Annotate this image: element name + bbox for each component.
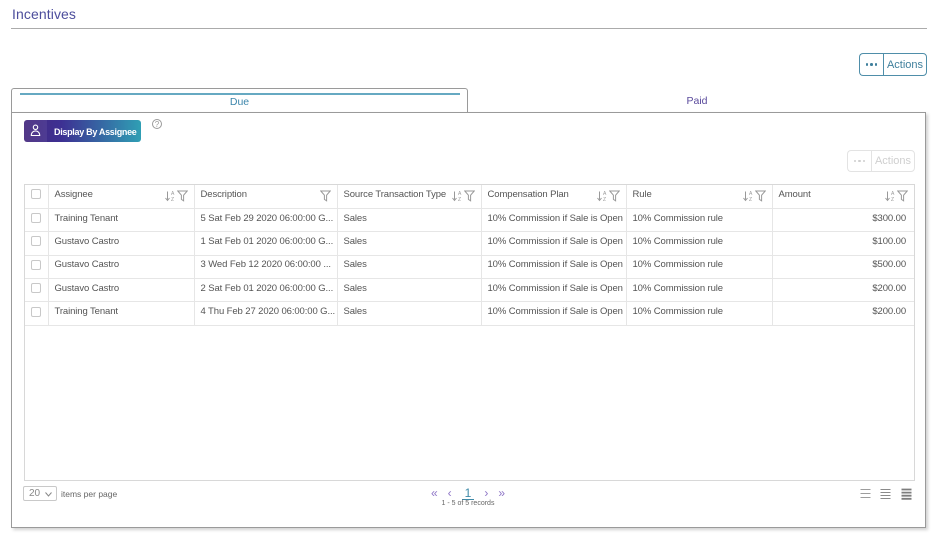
svg-text:Z: Z xyxy=(749,197,752,203)
svg-text:Z: Z xyxy=(458,197,461,203)
svg-text:Z: Z xyxy=(891,197,894,203)
svg-text:Z: Z xyxy=(603,197,606,203)
svg-text:Z: Z xyxy=(171,197,174,203)
